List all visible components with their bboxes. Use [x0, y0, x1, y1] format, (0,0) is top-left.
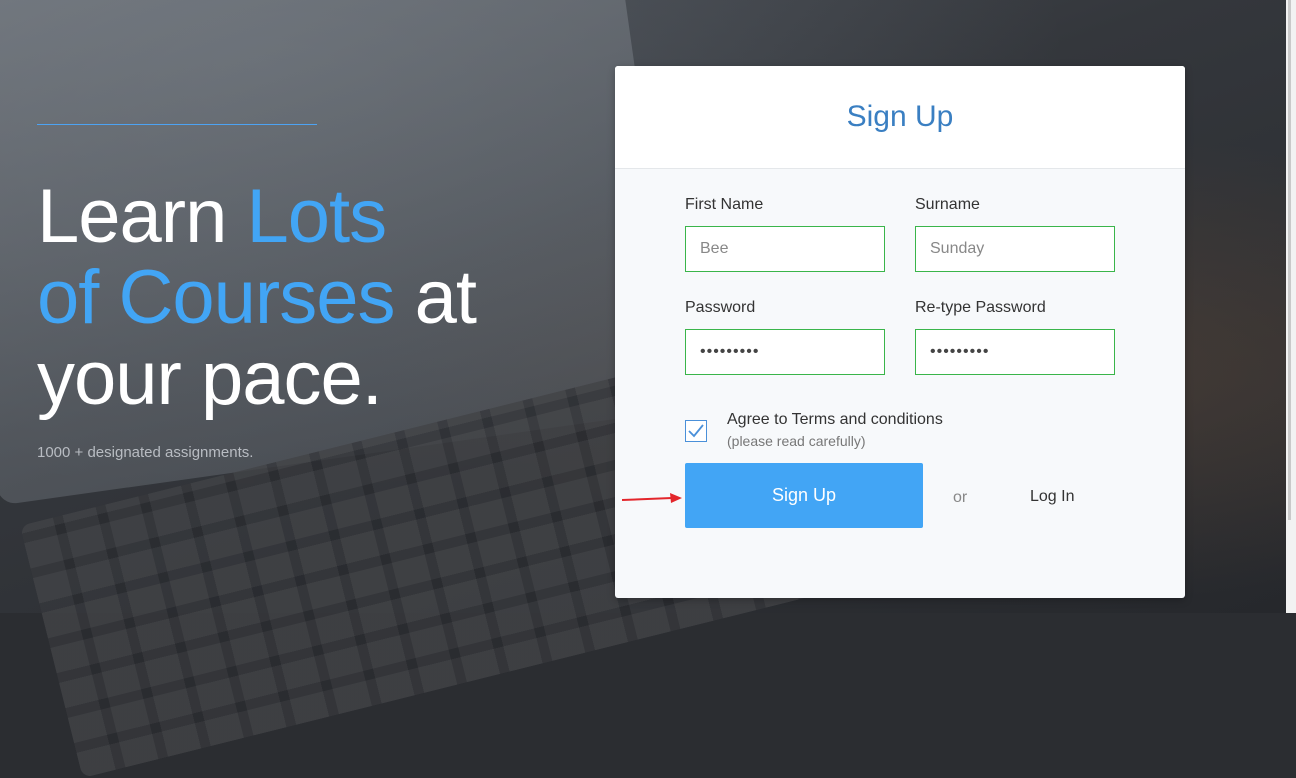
hero-text: at: [394, 255, 477, 340]
terms-checkbox[interactable]: [685, 420, 707, 442]
retype-password-input[interactable]: [915, 329, 1115, 375]
hero-text: your pace.: [37, 336, 383, 421]
surname-label: Surname: [915, 196, 980, 213]
password-label: Password: [685, 299, 756, 316]
first-name-label: First Name: [685, 196, 764, 213]
surname-group: Surname: [915, 196, 1115, 272]
terms-label: Agree to Terms and conditions: [727, 411, 943, 428]
retype-password-label: Re-type Password: [915, 299, 1046, 316]
hero-text: Learn: [37, 174, 247, 259]
retype-password-group: Re-type Password: [915, 299, 1115, 375]
password-group: Password: [685, 299, 885, 375]
signup-button[interactable]: Sign Up: [685, 463, 923, 528]
accent-divider: [37, 124, 317, 125]
terms-agreement: Agree to Terms and conditions (please re…: [685, 411, 943, 449]
checkmark-icon: [688, 424, 704, 438]
or-separator: or: [953, 489, 968, 506]
signup-card: Sign Up First Name Surname Password Re-t…: [615, 66, 1185, 598]
card-header: Sign Up: [615, 66, 1185, 169]
first-name-input[interactable]: [685, 226, 885, 272]
hero-highlight: Lots: [246, 174, 388, 259]
page-scrollbar[interactable]: [1286, 0, 1296, 613]
annotation-arrow-icon: [622, 493, 682, 503]
surname-input[interactable]: [915, 226, 1115, 272]
login-link[interactable]: Log In: [1030, 488, 1074, 506]
hero-highlight: of Courses: [37, 255, 395, 340]
hero-heading: Learn Lots of Courses at your pace.: [37, 174, 477, 421]
terms-note: (please read carefully): [727, 433, 866, 449]
hero-subtitle: 1000 + designated assignments.: [37, 444, 254, 461]
form-title: Sign Up: [846, 100, 954, 133]
first-name-group: First Name: [685, 196, 885, 272]
password-input[interactable]: [685, 329, 885, 375]
